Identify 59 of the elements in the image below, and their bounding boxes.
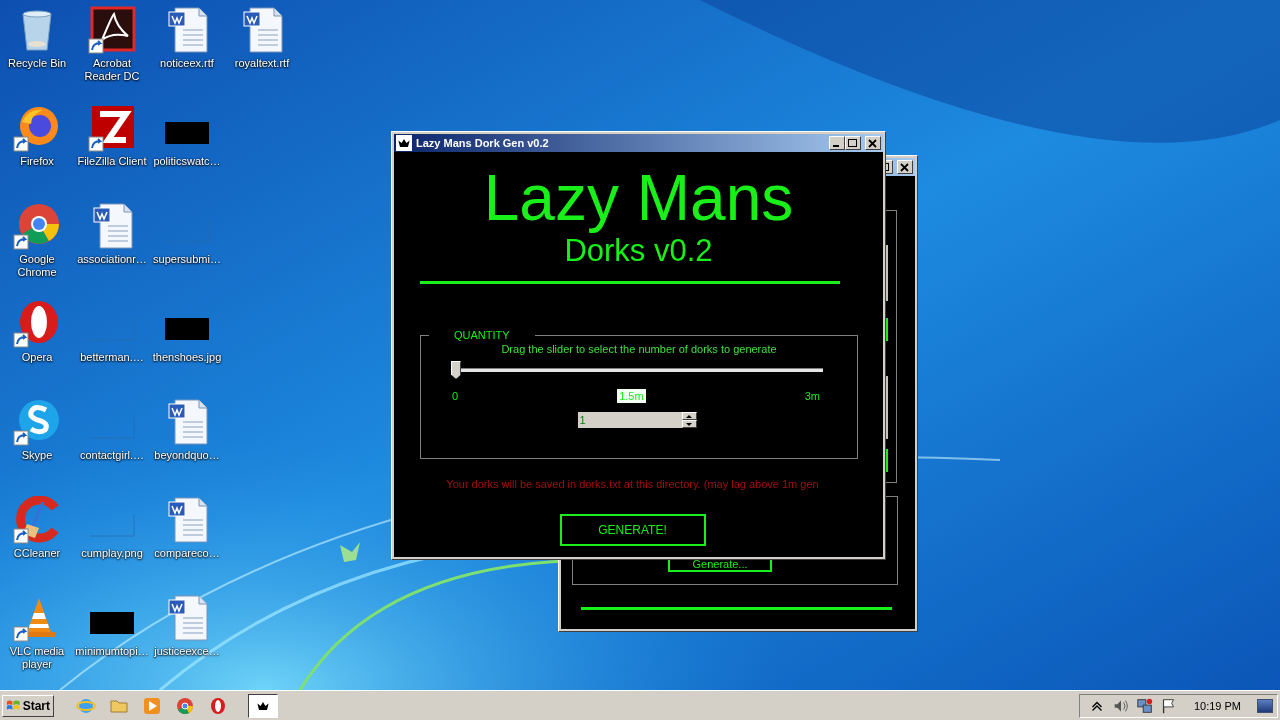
- generate-button[interactable]: GENERATE!: [559, 514, 706, 546]
- app-subheading: Dorks v0.2: [564, 234, 713, 268]
- spin-up-button[interactable]: [681, 412, 697, 420]
- icon-label[interactable]: royaltext.rtf: [224, 57, 300, 70]
- tick-label: 3m: [803, 389, 821, 403]
- taskbar-button[interactable]: [248, 693, 278, 718]
- wheel-icon[interactable]: [175, 695, 195, 716]
- icon-label[interactable]: Acrobat Reader DC: [74, 57, 150, 83]
- icon-label[interactable]: associationr…: [74, 253, 150, 266]
- icon-label[interactable]: Recycle Bin: [0, 57, 75, 70]
- icon-label[interactable]: compareco…: [149, 547, 225, 560]
- clock[interactable]: 10:19 PM: [1193, 699, 1241, 712]
- tick-label: 1.5m: [617, 389, 646, 403]
- icon-label[interactable]: VLC media player: [0, 645, 75, 671]
- icon-label[interactable]: politicswatc…: [149, 155, 225, 168]
- icon-label[interactable]: thenshoes.jpg: [149, 351, 225, 364]
- caret-down-icon: [686, 422, 692, 426]
- caret-up-icon: [686, 414, 692, 418]
- globe-icon[interactable]: [13, 104, 61, 152]
- icon-label[interactable]: contactgirl.…: [74, 449, 150, 462]
- icon-label[interactable]: beyondquo…: [149, 449, 225, 462]
- crown-icon[interactable]: [396, 135, 412, 151]
- icon-label[interactable]: betterman.…: [74, 351, 150, 364]
- close-button[interactable]: [865, 136, 881, 150]
- instruction-text: Drag the slider to select the number of dorks to generate: [501, 343, 777, 355]
- ring-icon[interactable]: [13, 300, 61, 348]
- icon-label[interactable]: Firefox: [0, 155, 75, 168]
- icon-label[interactable]: cumplay.png: [74, 547, 150, 560]
- icon-label[interactable]: CCleaner: [0, 547, 75, 560]
- title-bar[interactable]: Lazy Mans Dork Gen v0.2: [394, 134, 883, 152]
- icon-label[interactable]: noticeex.rtf: [149, 57, 225, 70]
- start-button[interactable]: Start: [2, 694, 54, 717]
- minimize-button[interactable]: [829, 136, 845, 150]
- show-desktop-button[interactable]: [1257, 698, 1273, 713]
- start-logo: [6, 698, 21, 713]
- save-note: Your dorks will be saved in dorks.txt at this directory. (may lag above 1m gen: [446, 478, 819, 490]
- spin-down-button[interactable]: [681, 420, 697, 428]
- maximize-icon: [848, 138, 857, 147]
- wheel-icon[interactable]: [13, 202, 61, 250]
- cloud-icon[interactable]: [13, 398, 61, 446]
- icon-label[interactable]: Google Chrome: [0, 253, 75, 279]
- slider-thumb[interactable]: [451, 361, 461, 379]
- brush-icon[interactable]: [13, 496, 61, 544]
- icon-label[interactable]: Skype: [0, 449, 75, 462]
- network-icon[interactable]: [1135, 696, 1154, 715]
- spin-field[interactable]: 1: [577, 412, 682, 428]
- close-icon: [868, 138, 877, 148]
- tick-label: 0: [451, 389, 460, 403]
- window-title: Lazy Mans Dork Gen v0.2: [416, 137, 550, 149]
- icon-label[interactable]: Opera: [0, 351, 75, 364]
- close-button[interactable]: [897, 160, 913, 174]
- icon-label[interactable]: FileZilla Client: [74, 155, 150, 168]
- pdf-app-icon[interactable]: [88, 6, 136, 54]
- icon-label[interactable]: supersubmi…: [149, 253, 225, 266]
- maximize-button[interactable]: [845, 136, 861, 150]
- ring-icon[interactable]: [208, 695, 228, 716]
- close-icon: [900, 162, 909, 172]
- group-legend: QUANTITY: [429, 329, 535, 341]
- app-tile-icon[interactable]: [88, 104, 136, 152]
